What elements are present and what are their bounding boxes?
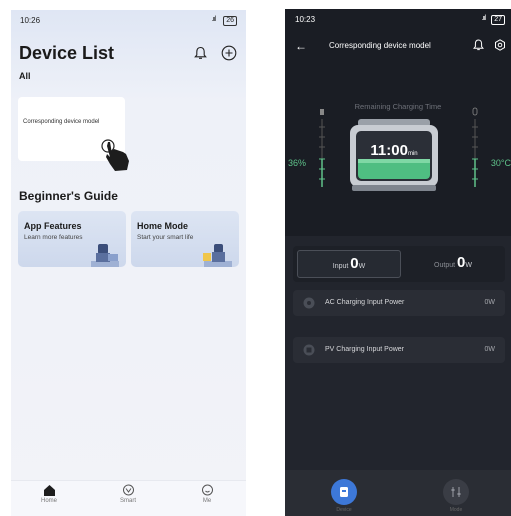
home-mode-card[interactable]: Home Mode Start your smart life	[131, 211, 239, 267]
app-features-subtitle: Learn more features	[24, 234, 83, 241]
output-unit: W	[465, 262, 472, 269]
pv-input-value: 0W	[484, 346, 496, 353]
input-unit: W	[358, 263, 366, 270]
ac-input-value: 0W	[484, 299, 496, 306]
battery-icon: 27	[491, 15, 505, 25]
status-bar: 10:23 .ııl 27	[295, 15, 505, 27]
device-icon	[340, 487, 348, 497]
device-list-screen: 10:26 .ııl 26 Device List All Correspond…	[11, 10, 246, 516]
home-icon	[43, 485, 55, 496]
device-card-name: Corresponding device model	[23, 119, 100, 125]
status-time: 10:23	[295, 15, 316, 24]
nav-device[interactable]	[331, 479, 357, 505]
settings-gear-icon[interactable]	[494, 39, 506, 51]
input-tab[interactable]: Input 0W	[297, 250, 401, 278]
nav-smart[interactable]: Smart	[108, 484, 148, 504]
nav-smart-label: Smart	[119, 498, 136, 504]
nav-home[interactable]: Home	[29, 484, 69, 504]
nav-device-label: Device	[336, 507, 352, 513]
nav-mode[interactable]	[443, 479, 469, 505]
power-panel: Input 0W Output 0W AC Charging Input Pow…	[285, 236, 511, 499]
header: ← Corresponding device model	[285, 39, 511, 53]
bell-icon[interactable]	[473, 39, 484, 51]
temperature-gauge	[472, 107, 478, 187]
solar-panel-icon	[303, 344, 315, 356]
nav-mode-label: Mode	[449, 507, 463, 513]
app-features-title: App Features	[24, 221, 82, 231]
add-device-icon[interactable]	[221, 45, 237, 61]
bell-icon[interactable]	[194, 46, 207, 60]
app-features-card[interactable]: App Features Learn more features	[18, 211, 126, 267]
bottom-nav: Device Mode	[285, 470, 511, 516]
time-unit: min	[407, 151, 418, 157]
nav-home-label: Home	[40, 498, 57, 504]
remaining-time-value: 11:00min	[346, 142, 442, 159]
person-desk-illustration	[203, 244, 232, 267]
output-tab[interactable]: Output 0W	[401, 250, 505, 278]
nav-me[interactable]: Me	[187, 484, 227, 504]
back-arrow-icon[interactable]: ←	[295, 39, 307, 53]
pv-input-row[interactable]: PV Charging Input Power 0W	[293, 337, 505, 363]
battery-percent: 36%	[288, 158, 307, 168]
temperature-value: 30°C	[490, 158, 511, 168]
page-title: Device List	[19, 43, 115, 63]
ac-plug-icon	[303, 297, 315, 309]
power-station-image: 11:00min	[346, 115, 442, 195]
nav-me-label: Me	[202, 498, 212, 504]
device-detail-screen: 10:23 .ııl 27 ← Corresponding device mod…	[285, 9, 511, 516]
signal-icon: .ııl	[481, 15, 487, 22]
battery-icon: 26	[223, 16, 237, 26]
input-value: 0	[350, 255, 359, 272]
home-mode-subtitle: Start your smart life	[137, 234, 194, 241]
status-bar: 10:26 .ııl 26	[20, 16, 237, 28]
me-icon	[201, 484, 213, 496]
guide-title: Beginner's Guide	[19, 189, 118, 203]
person-laptop-illustration	[91, 244, 119, 267]
page-title: Corresponding device model	[329, 41, 431, 50]
signal-icon: .ııl	[211, 16, 217, 23]
time-digits: 11:00	[370, 142, 408, 159]
sliders-icon	[451, 487, 461, 497]
status-time: 10:26	[20, 16, 41, 25]
smart-icon	[122, 484, 134, 496]
bottom-nav: Home Smart Me	[11, 480, 246, 516]
home-mode-title: Home Mode	[137, 221, 189, 231]
input-label: Input	[332, 263, 349, 270]
io-toggle: Input 0W Output 0W	[293, 246, 505, 282]
tap-hand-icon	[101, 139, 129, 171]
ac-input-row[interactable]: AC Charging Input Power 0W	[293, 290, 505, 316]
ac-input-label: AC Charging Input Power	[325, 299, 405, 306]
pv-input-label: PV Charging Input Power	[325, 346, 404, 353]
output-label: Output	[434, 262, 456, 269]
battery-level-gauge	[319, 109, 325, 187]
filter-all-tab[interactable]: All	[19, 71, 31, 81]
